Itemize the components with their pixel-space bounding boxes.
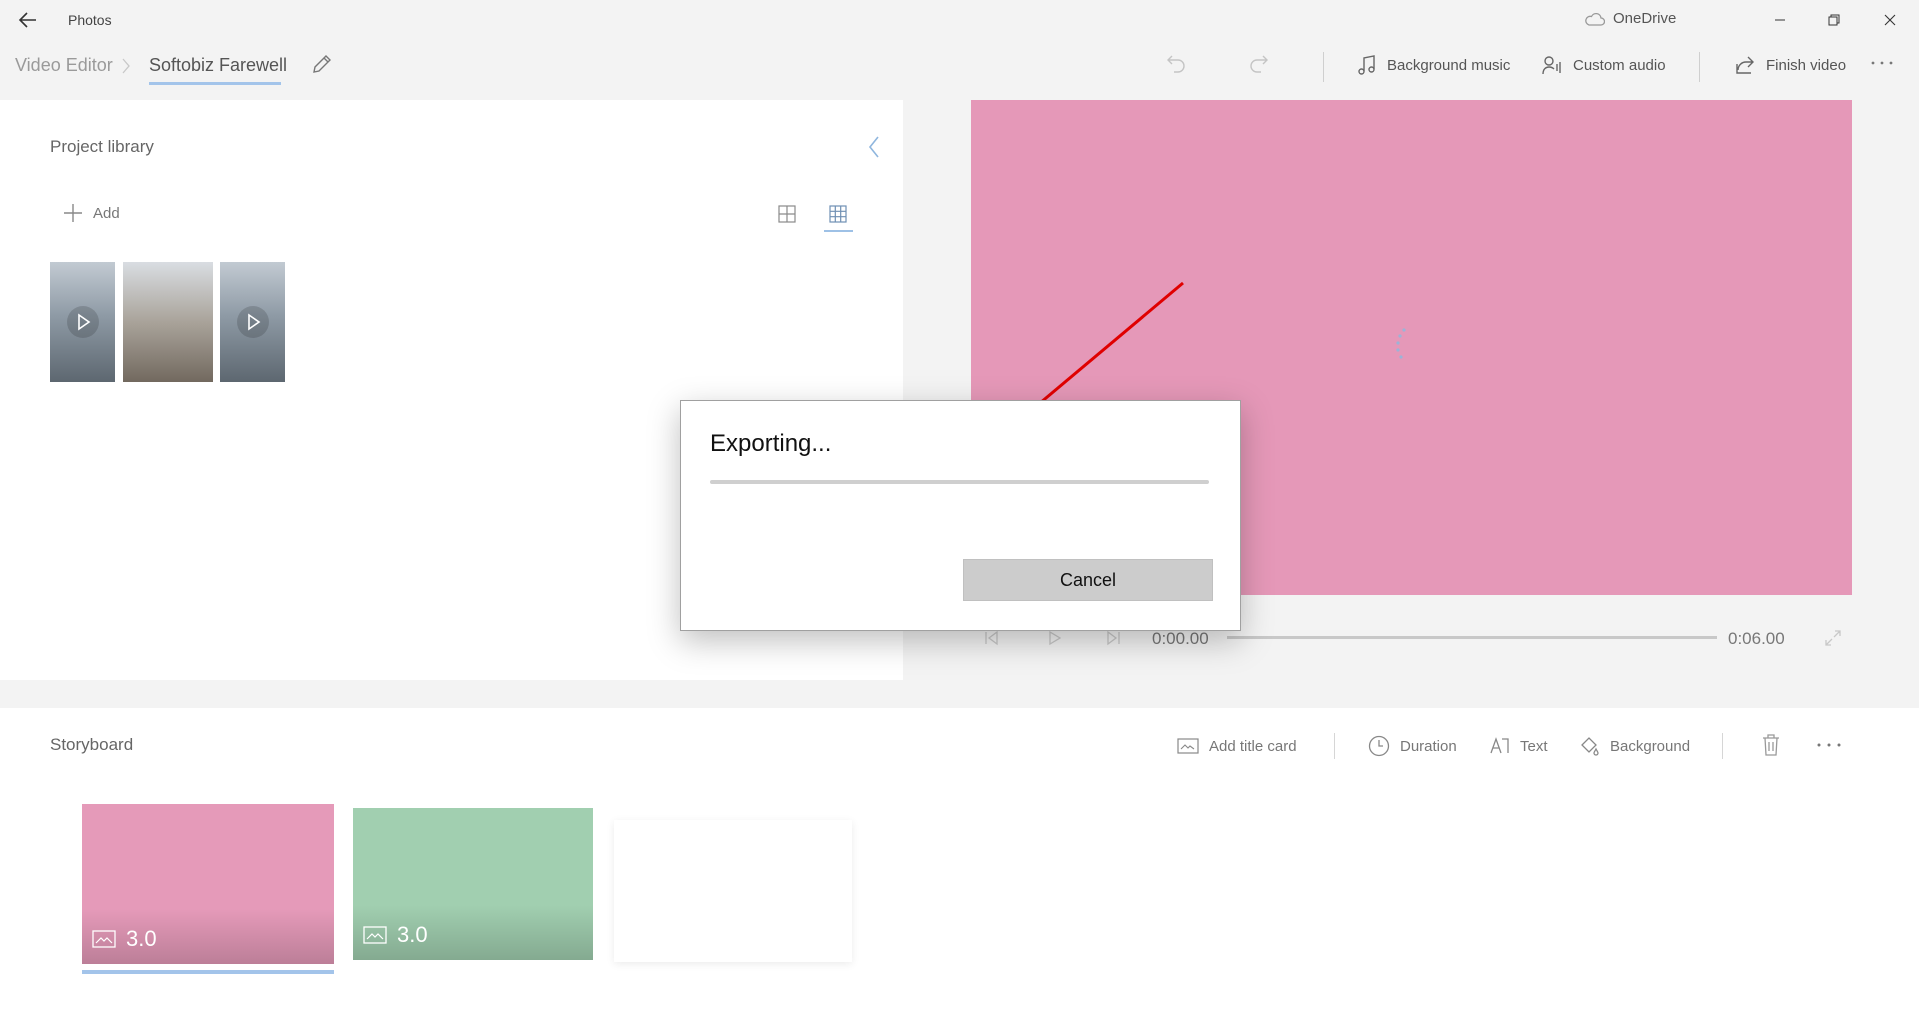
minimize-button[interactable] <box>1752 0 1808 40</box>
export-dialog-title: Exporting... <box>710 430 832 457</box>
storyboard-divider <box>1722 733 1723 759</box>
add-label: Add <box>93 204 120 222</box>
storyboard-empty-slot[interactable] <box>614 820 852 962</box>
paint-bucket-icon <box>1581 737 1599 756</box>
breadcrumb-chevron-icon <box>120 56 132 76</box>
background-button[interactable]: Background <box>1578 734 1690 758</box>
breadcrumb-project-name[interactable]: Softobiz Farewell <box>149 55 287 76</box>
redo-icon <box>1250 55 1268 73</box>
expand-icon <box>1825 630 1841 646</box>
add-title-card-label: Add title card <box>1209 737 1297 755</box>
minimize-icon <box>1775 19 1785 21</box>
custom-audio-icon <box>1542 56 1561 75</box>
pencil-icon <box>313 55 331 73</box>
music-note-icon <box>1358 55 1375 75</box>
library-thumbnail-photo[interactable] <box>123 262 213 382</box>
library-thumbnail-video[interactable] <box>50 262 115 382</box>
storyboard-card[interactable]: 3.0 <box>353 808 593 960</box>
large-thumbnails-view-button[interactable] <box>777 204 797 224</box>
text-label: Text <box>1520 737 1548 755</box>
current-time: 0:00.00 <box>1152 629 1209 648</box>
title-card-icon <box>1177 738 1199 754</box>
title-card-icon <box>363 926 387 944</box>
chevron-left-icon <box>868 136 879 158</box>
duration-label: Duration <box>1400 737 1457 755</box>
cancel-button[interactable]: Cancel <box>963 559 1213 601</box>
toolbar-divider <box>1699 52 1700 82</box>
app-title: Photos <box>68 12 112 28</box>
text-icon <box>1490 737 1509 754</box>
card-duration: 3.0 <box>92 926 157 952</box>
seek-bar[interactable] <box>1227 636 1717 639</box>
back-button[interactable] <box>16 8 40 32</box>
onedrive-label: OneDrive <box>1613 10 1677 27</box>
undo-button[interactable] <box>1165 52 1187 74</box>
active-view-indicator <box>824 230 853 232</box>
card-duration: 3.0 <box>363 922 428 948</box>
storyboard-more-button[interactable] <box>1816 742 1842 748</box>
rename-button[interactable] <box>311 53 333 75</box>
play-button[interactable] <box>1045 629 1063 647</box>
ellipsis-icon <box>1871 61 1893 65</box>
more-options-button[interactable] <box>1870 52 1894 74</box>
collapse-library-button[interactable] <box>867 135 881 159</box>
storyboard-divider <box>1334 733 1335 759</box>
play-icon <box>66 306 99 338</box>
fullscreen-button[interactable] <box>1823 628 1843 648</box>
loading-spinner-icon <box>1392 327 1410 365</box>
skip-back-icon <box>985 630 998 646</box>
next-frame-button[interactable] <box>1104 629 1122 647</box>
storyboard-card[interactable]: 3.0 <box>82 804 334 964</box>
clock-icon <box>1368 735 1390 757</box>
total-time: 0:06.00 <box>1728 629 1785 648</box>
ellipsis-icon <box>1817 743 1841 747</box>
share-icon <box>1736 56 1754 74</box>
finish-video-button[interactable]: Finish video <box>1734 52 1846 78</box>
breadcrumb-video-editor[interactable]: Video Editor <box>15 55 113 76</box>
background-label: Background <box>1610 737 1691 755</box>
background-music-label: Background music <box>1387 56 1511 74</box>
close-icon <box>1884 14 1896 26</box>
small-thumbnails-view-button[interactable] <box>828 204 848 224</box>
back-arrow-icon <box>18 12 36 28</box>
title-card-icon <box>92 930 116 948</box>
custom-audio-button[interactable]: Custom audio <box>1541 52 1666 78</box>
undo-icon <box>1167 55 1185 73</box>
play-icon <box>1049 630 1062 646</box>
storyboard-title: Storyboard <box>50 735 134 754</box>
export-progress-bar <box>710 480 1209 484</box>
selected-card-indicator <box>82 970 334 974</box>
restore-button[interactable] <box>1806 0 1862 40</box>
close-button[interactable] <box>1862 0 1918 40</box>
previous-frame-button[interactable] <box>983 629 1001 647</box>
library-thumbnail-video[interactable] <box>220 262 285 382</box>
delete-button[interactable] <box>1761 733 1781 757</box>
cloud-icon <box>1585 12 1605 26</box>
text-button[interactable]: Text <box>1488 734 1548 758</box>
toolbar-divider <box>1323 52 1324 82</box>
redo-button[interactable] <box>1248 52 1270 74</box>
project-name-underline <box>149 82 281 85</box>
play-icon <box>236 306 269 338</box>
plus-icon <box>64 204 82 222</box>
background-music-button[interactable]: Background music <box>1357 52 1510 78</box>
grid-large-icon <box>778 205 796 223</box>
restore-icon <box>1828 14 1840 26</box>
finish-video-label: Finish video <box>1766 56 1847 74</box>
custom-audio-label: Custom audio <box>1573 56 1666 74</box>
trash-icon <box>1763 734 1779 756</box>
add-title-card-button[interactable]: Add title card <box>1177 734 1297 758</box>
card-duration-value: 3.0 <box>126 926 157 951</box>
add-media-button[interactable]: Add <box>63 203 120 223</box>
skip-forward-icon <box>1107 630 1120 646</box>
project-library-title: Project library <box>50 137 154 156</box>
duration-button[interactable]: Duration <box>1368 734 1457 758</box>
card-duration-value: 3.0 <box>397 922 428 947</box>
onedrive-status[interactable]: OneDrive <box>1583 10 1676 27</box>
grid-small-icon <box>829 205 847 223</box>
